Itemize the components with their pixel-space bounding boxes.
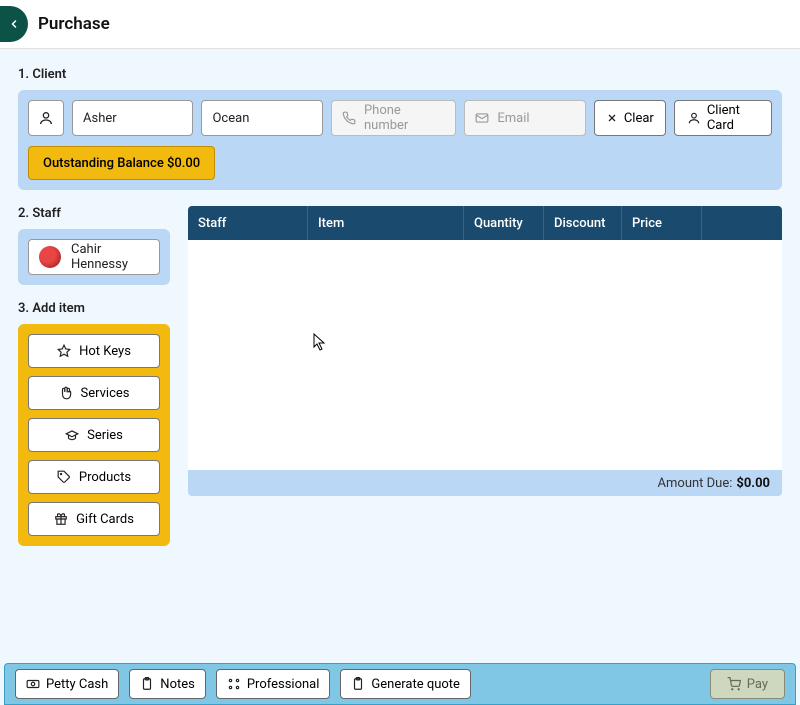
products-button[interactable]: Products — [28, 460, 160, 494]
generate-quote-label: Generate quote — [371, 677, 460, 692]
products-label: Products — [79, 470, 131, 485]
series-label: Series — [87, 428, 123, 443]
tag-icon — [57, 470, 71, 484]
clear-button[interactable]: Clear — [594, 100, 666, 136]
staff-name: Cahir Hennessy — [71, 242, 149, 272]
giftcards-label: Gift Cards — [76, 512, 134, 527]
first-name-input[interactable]: Asher — [72, 100, 193, 136]
page-header: Purchase — [0, 0, 800, 49]
notes-label: Notes — [160, 677, 195, 692]
email-input[interactable]: Email — [464, 100, 585, 136]
petty-cash-label: Petty Cash — [46, 677, 108, 692]
graduation-cap-icon — [65, 428, 79, 442]
last-name-value: Ocean — [212, 111, 249, 126]
close-icon — [606, 112, 618, 124]
series-button[interactable]: Series — [28, 418, 160, 452]
hotkeys-button[interactable]: Hot Keys — [28, 334, 160, 368]
table-header: Staff Item Quantity Discount Price — [188, 206, 782, 240]
th-actions — [702, 206, 782, 240]
services-label: Services — [81, 386, 130, 401]
email-icon — [475, 111, 489, 125]
generate-quote-button[interactable]: Generate quote — [340, 669, 471, 699]
email-placeholder: Email — [497, 111, 529, 126]
pay-button[interactable]: Pay — [710, 669, 785, 699]
client-panel: Asher Ocean Phone number Email — [18, 90, 782, 190]
client-section-title: 1. Client — [18, 67, 782, 82]
avatar — [39, 246, 61, 268]
table-body — [188, 240, 782, 470]
clear-label: Clear — [624, 111, 654, 126]
amount-due-label: Amount Due: — [658, 476, 733, 491]
hand-icon — [59, 386, 73, 400]
bottom-bar: Petty Cash Notes Professional Generate q… — [4, 663, 796, 705]
th-quantity: Quantity — [464, 206, 544, 240]
table-footer: Amount Due: $0.00 — [188, 470, 782, 496]
cart-icon — [727, 677, 741, 691]
staff-chip[interactable]: Cahir Hennessy — [28, 239, 160, 275]
items-table: Staff Item Quantity Discount Price Amoun… — [188, 206, 782, 496]
notes-button[interactable]: Notes — [129, 669, 206, 699]
person-icon — [687, 111, 701, 125]
amount-due-value: $0.00 — [736, 476, 770, 491]
client-card-button[interactable]: Client Card — [674, 100, 772, 136]
client-card-label: Client Card — [707, 103, 759, 133]
hotkeys-label: Hot Keys — [79, 344, 131, 359]
additem-panel: Hot Keys Services Series — [18, 324, 170, 546]
outstanding-label: Outstanding Balance $0.00 — [43, 156, 200, 171]
cash-icon — [26, 677, 40, 691]
staff-section-title: 2. Staff — [18, 206, 170, 221]
giftcards-button[interactable]: Gift Cards — [28, 502, 160, 536]
page-title: Purchase — [38, 14, 110, 34]
phone-placeholder: Phone number — [364, 103, 445, 133]
petty-cash-button[interactable]: Petty Cash — [15, 669, 119, 699]
phone-input[interactable]: Phone number — [331, 100, 456, 136]
professional-label: Professional — [247, 677, 320, 692]
th-price: Price — [622, 206, 702, 240]
th-staff: Staff — [188, 206, 308, 240]
first-name-value: Asher — [83, 111, 117, 126]
chevron-left-icon — [8, 18, 20, 30]
gift-icon — [54, 512, 68, 526]
clipboard-icon — [351, 677, 365, 691]
client-avatar-button[interactable] — [28, 100, 64, 136]
professional-button[interactable]: Professional — [216, 669, 331, 699]
th-discount: Discount — [544, 206, 622, 240]
back-button[interactable] — [0, 6, 28, 42]
star-icon — [57, 344, 71, 358]
services-button[interactable]: Services — [28, 376, 160, 410]
clipboard-icon — [140, 677, 154, 691]
outstanding-balance-pill[interactable]: Outstanding Balance $0.00 — [28, 146, 215, 180]
grid-icon — [227, 677, 241, 691]
additem-section-title: 3. Add item — [18, 301, 170, 316]
last-name-input[interactable]: Ocean — [201, 100, 322, 136]
person-icon — [38, 110, 54, 126]
phone-icon — [342, 111, 356, 125]
th-item: Item — [308, 206, 464, 240]
staff-panel: Cahir Hennessy — [18, 229, 170, 285]
pay-label: Pay — [747, 677, 768, 692]
